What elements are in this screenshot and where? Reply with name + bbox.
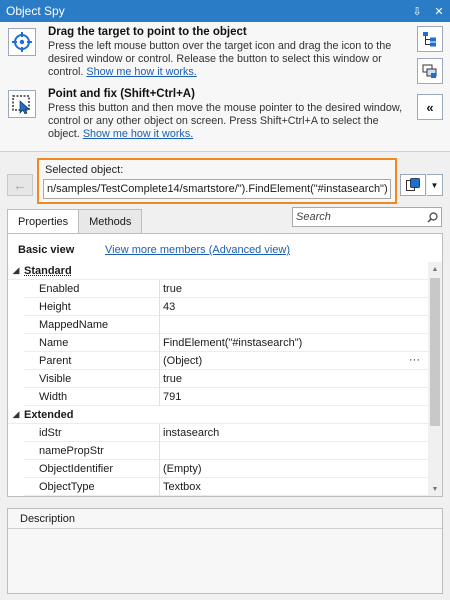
crosshair-target-icon [12, 32, 32, 52]
drag-target-block: Drag the target to point to the object P… [8, 26, 408, 82]
property-name: Enabled [24, 279, 160, 298]
close-icon: ✕ [434, 5, 444, 18]
copy-icon [406, 178, 420, 191]
property-name: idStr [24, 423, 160, 442]
property-value[interactable]: (Empty) [160, 460, 428, 478]
close-button[interactable]: ✕ [428, 0, 450, 22]
selected-object-row: ← Selected object: n/samples/TestComplet… [0, 154, 450, 204]
back-button[interactable]: ← [7, 174, 33, 196]
object-tree-icon [423, 32, 436, 47]
basic-view-label: Basic view [18, 244, 75, 256]
property-row[interactable]: Parent (Object) ··· [8, 351, 428, 370]
mapped-objects-button[interactable] [417, 58, 443, 84]
double-chevron-left-icon: « [426, 99, 434, 115]
tab-strip: Properties Methods [7, 209, 143, 234]
scrollbar-thumb[interactable] [430, 278, 440, 426]
property-row[interactable]: namePropStr [8, 441, 428, 460]
category-standard[interactable]: ◢ Standard [8, 262, 428, 280]
tab-methods[interactable]: Methods [78, 209, 143, 233]
title-bar: Object Spy ⇩ ✕ [0, 0, 450, 22]
pin-icon: ⇩ [412, 5, 422, 18]
category-label: Standard [24, 264, 72, 277]
property-row[interactable]: Visible true [8, 369, 428, 388]
copy-options-dropdown[interactable]: ▼ [427, 174, 443, 196]
property-row[interactable]: ObjectType Textbox [8, 477, 428, 496]
search-input[interactable]: Search [292, 207, 442, 227]
window-title: Object Spy [6, 4, 65, 18]
category-extended[interactable]: ◢ Extended [8, 406, 428, 424]
object-tree-button[interactable] [417, 26, 443, 52]
collapse-panel-button[interactable]: « [417, 94, 443, 120]
point-fix-description: Press this button and then move the mous… [48, 102, 403, 140]
selected-object-field[interactable]: n/samples/TestComplete14/smartstore/").F… [43, 179, 391, 199]
point-fix-heading: Point and fix (Shift+Ctrl+A) [48, 88, 195, 100]
view-mode-row: Basic view View more members (Advanced v… [18, 242, 438, 258]
point-and-fix-button[interactable] [8, 90, 36, 118]
point-fix-text: Point and fix (Shift+Ctrl+A) Press this … [48, 88, 408, 141]
property-value[interactable]: instasearch [160, 424, 428, 442]
chevron-down-icon: ▼ [430, 180, 439, 190]
property-row[interactable]: Enabled true [8, 279, 428, 298]
property-name: ObjectType [24, 477, 160, 496]
property-value[interactable] [160, 442, 428, 460]
property-name: Width [24, 387, 160, 406]
drag-show-me-link[interactable]: Show me how it works. [86, 66, 196, 78]
browse-object-button[interactable]: ··· [409, 352, 420, 368]
property-value[interactable]: 43 [160, 298, 428, 316]
copy-to-clipboard-button[interactable] [400, 174, 426, 196]
selected-object-label: Selected object: [45, 164, 124, 176]
point-fix-block: Point and fix (Shift+Ctrl+A) Press this … [8, 88, 408, 148]
property-value[interactable]: FindElement("#instasearch") [160, 334, 428, 352]
collapse-triangle-icon[interactable]: ◢ [8, 409, 24, 420]
mapped-objects-icon [422, 64, 437, 78]
property-name: MappedName [24, 315, 160, 334]
tab-properties[interactable]: Properties [7, 209, 80, 234]
property-scrollbar[interactable]: ▲ ▼ [428, 262, 442, 496]
property-name: Parent [24, 351, 160, 370]
selected-object-box: Selected object: n/samples/TestComplete1… [37, 158, 397, 204]
description-label: Description [8, 509, 442, 529]
property-row[interactable]: Height 43 [8, 297, 428, 316]
drag-target-text: Drag the target to point to the object P… [48, 26, 408, 79]
property-row[interactable]: MappedName [8, 315, 428, 334]
property-value[interactable]: Textbox [160, 478, 428, 496]
drag-target-description: Press the left mouse button over the tar… [48, 40, 392, 78]
property-name: ObjectIdentifier [24, 459, 160, 478]
property-row[interactable]: Name FindElement("#instasearch") [8, 333, 428, 352]
instruction-panel: Drag the target to point to the object P… [0, 22, 450, 152]
property-row[interactable]: ObjectIdentifier (Empty) [8, 459, 428, 478]
property-value[interactable]: true [160, 280, 428, 298]
category-label: Extended [24, 408, 74, 421]
description-panel: Description [7, 508, 443, 594]
property-value[interactable]: true [160, 370, 428, 388]
search-placeholder: Search [296, 211, 331, 223]
search-icon [423, 211, 441, 223]
properties-panel: Basic view View more members (Advanced v… [7, 233, 443, 497]
property-value[interactable] [160, 316, 428, 334]
scroll-up-arrow-icon[interactable]: ▲ [428, 262, 442, 276]
drag-target-heading: Drag the target to point to the object [48, 26, 247, 38]
property-row[interactable]: idStr instasearch [8, 423, 428, 442]
property-value[interactable]: 791 [160, 388, 428, 406]
pin-button[interactable]: ⇩ [406, 0, 428, 22]
arrow-left-icon: ← [13, 177, 27, 193]
drag-target-button[interactable] [8, 28, 36, 56]
property-value[interactable]: (Object) [160, 352, 428, 370]
property-name: Visible [24, 369, 160, 388]
advanced-view-link[interactable]: View more members (Advanced view) [105, 244, 290, 256]
property-grid: ◢ Standard Enabled true Height 43 MappedNa… [8, 262, 428, 496]
property-name: namePropStr [24, 441, 160, 460]
point-show-me-link[interactable]: Show me how it works. [83, 128, 193, 140]
point-fix-icon [12, 95, 30, 114]
scroll-down-arrow-icon[interactable]: ▼ [428, 482, 442, 496]
property-name: Name [24, 333, 160, 352]
property-name: Height [24, 297, 160, 316]
collapse-triangle-icon[interactable]: ◢ [8, 265, 24, 276]
property-row[interactable]: Width 791 [8, 387, 428, 406]
